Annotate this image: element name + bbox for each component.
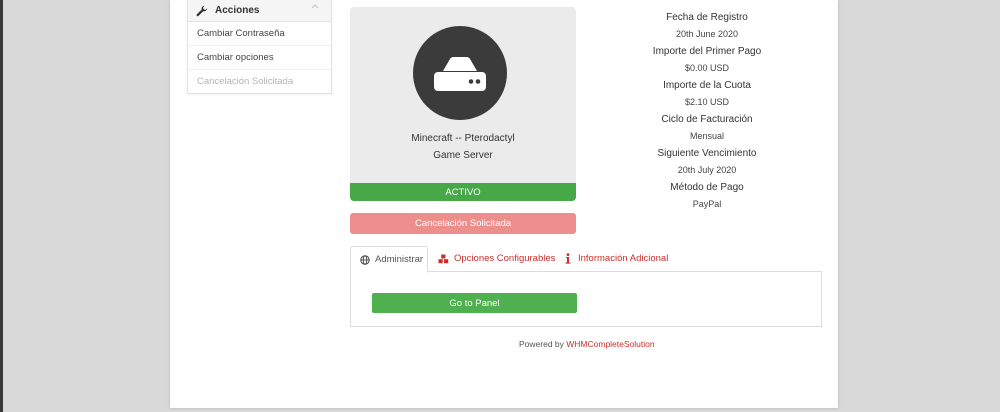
- tab-panel-administrar: Go to Panel: [350, 271, 822, 327]
- info-label-first-payment: Importe del Primer Pago: [652, 46, 762, 57]
- service-tabs: Administrar Opciones Configurables Infor…: [350, 246, 821, 273]
- sidebar-header[interactable]: Acciones: [188, 0, 331, 22]
- powered-by-text: Powered by: [519, 339, 567, 349]
- info-label-registration-date: Fecha de Registro: [666, 12, 748, 23]
- tab-label: Administrar: [375, 254, 424, 265]
- info-value-billing-cycle: Mensual: [689, 131, 725, 141]
- sidebar-item-label: Cambiar opciones: [197, 52, 274, 63]
- chevron-up-icon[interactable]: [311, 3, 319, 9]
- sidebar-item-label: Cancelación Solicitada: [197, 76, 294, 87]
- info-label-recurring-amount: Importe de la Cuota: [663, 80, 751, 91]
- powered-by: Powered by WHMCompleteSolution: [519, 339, 719, 349]
- window-frame-edge: [0, 0, 3, 412]
- product-group: Game Server: [433, 150, 493, 161]
- go-to-panel-button[interactable]: Go to Panel: [372, 293, 577, 313]
- info-value-next-due-date: 20th July 2020: [677, 165, 737, 175]
- whmcs-link[interactable]: WHMCompleteSolution: [566, 339, 654, 349]
- sidebar-item-cancellation-requested: Cancelación Solicitada: [188, 70, 331, 93]
- cubes-icon: [438, 254, 449, 263]
- tab-opciones-configurables[interactable]: Opciones Configurables: [438, 246, 555, 271]
- sidebar-item-label: Cambiar Contraseña: [197, 28, 285, 39]
- info-value-first-payment: $0.00 USD: [684, 63, 730, 73]
- wrench-icon: [196, 5, 208, 16]
- product-card: Minecraft -- Pterodactyl Game Server: [350, 7, 576, 183]
- globe-icon: [360, 254, 370, 265]
- status-badge: ACTIVO: [350, 183, 576, 201]
- info-label-next-due-date: Siguiente Vencimiento: [657, 148, 757, 159]
- info-label-payment-method: Método de Pago: [670, 182, 744, 193]
- hard-drive-icon: [413, 26, 507, 120]
- tab-informacion-adicional[interactable]: Información Adicional: [564, 246, 668, 271]
- info-value-recurring-amount: $2.10 USD: [684, 97, 730, 107]
- info-icon: [565, 253, 571, 264]
- cancellation-status-badge: Cancelación Solicitada: [350, 213, 576, 234]
- sidebar-item-change-options[interactable]: Cambiar opciones: [188, 46, 331, 70]
- product-name: Minecraft -- Pterodactyl: [411, 133, 515, 144]
- billing-info: Fecha de Registro 20th June 2020 Importe…: [600, 9, 814, 213]
- tab-label: Información Adicional: [578, 253, 669, 264]
- info-value-registration-date: 20th June 2020: [675, 29, 739, 39]
- tab-label: Opciones Configurables: [454, 253, 556, 264]
- sidebar-item-change-password[interactable]: Cambiar Contraseña: [188, 22, 331, 46]
- info-label-billing-cycle: Ciclo de Facturación: [661, 114, 753, 125]
- actions-sidebar: Acciones Cambiar Contraseña Cambiar opci…: [187, 0, 332, 94]
- info-value-payment-method: PayPal: [692, 199, 722, 209]
- sidebar-title: Acciones: [215, 5, 260, 16]
- tab-administrar[interactable]: Administrar: [350, 246, 428, 273]
